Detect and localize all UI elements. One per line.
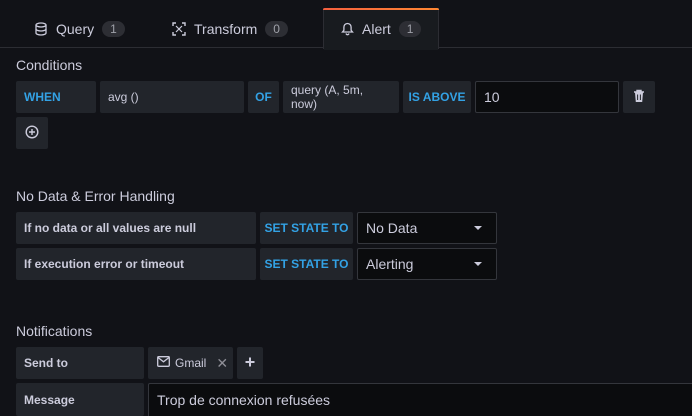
query-select[interactable]: query (A, 5m, now) (283, 81, 399, 113)
plus-icon (245, 356, 255, 370)
message-label: Message (16, 383, 144, 416)
tab-alert[interactable]: Alert 1 (323, 8, 439, 50)
delete-condition-button[interactable] (623, 81, 655, 113)
tab-count: 1 (398, 21, 422, 37)
send-to-label: Send to (16, 347, 144, 379)
remove-icon[interactable]: ✕ (216, 355, 228, 372)
no-data-label: If no data or all values are null (16, 212, 256, 244)
tab-label: Query (56, 20, 95, 37)
tab-label: Transform (194, 20, 258, 37)
evaluator-select[interactable]: IS ABOVE (403, 81, 471, 113)
add-condition-button[interactable] (16, 117, 48, 149)
envelope-icon (157, 356, 170, 370)
reducer-select[interactable]: avg () (100, 81, 244, 113)
exec-error-state-select[interactable]: Alerting (357, 248, 497, 280)
tab-label: Alert (362, 21, 391, 37)
plus-circle-icon (25, 124, 39, 142)
notification-channel-chip[interactable]: Gmail ✕ (148, 347, 233, 379)
transform-icon (172, 21, 186, 36)
of-keyword: OF (248, 81, 279, 113)
when-keyword: WHEN (16, 81, 96, 113)
database-icon (34, 21, 48, 36)
add-channel-button[interactable] (237, 347, 263, 379)
select-value: No Data (366, 220, 418, 236)
set-state-keyword: SET STATE TO (260, 248, 353, 280)
exec-error-label: If execution error or timeout (16, 248, 256, 280)
tab-count: 0 (265, 20, 288, 37)
no-data-heading: No Data & Error Handling (16, 188, 175, 204)
channel-name: Gmail (175, 356, 207, 370)
no-data-state-select[interactable]: No Data (357, 212, 497, 244)
notifications-heading: Notifications (16, 323, 93, 339)
conditions-heading: Conditions (16, 57, 83, 73)
tab-query[interactable]: Query 1 (18, 8, 141, 49)
threshold-input[interactable]: 10 (475, 81, 619, 113)
trash-icon (633, 89, 645, 106)
set-state-keyword: SET STATE TO (260, 212, 353, 244)
caret-down-icon (474, 226, 482, 230)
select-value: Alerting (366, 256, 414, 272)
caret-down-icon (474, 262, 482, 266)
tab-transform[interactable]: Transform 0 (156, 8, 304, 49)
bell-icon (340, 22, 354, 36)
tab-count: 1 (102, 20, 125, 37)
tab-bar: Query 1 Transform 0 Alert 1 (0, 0, 692, 50)
message-textarea[interactable]: Trop de connexion refusées (148, 383, 692, 416)
